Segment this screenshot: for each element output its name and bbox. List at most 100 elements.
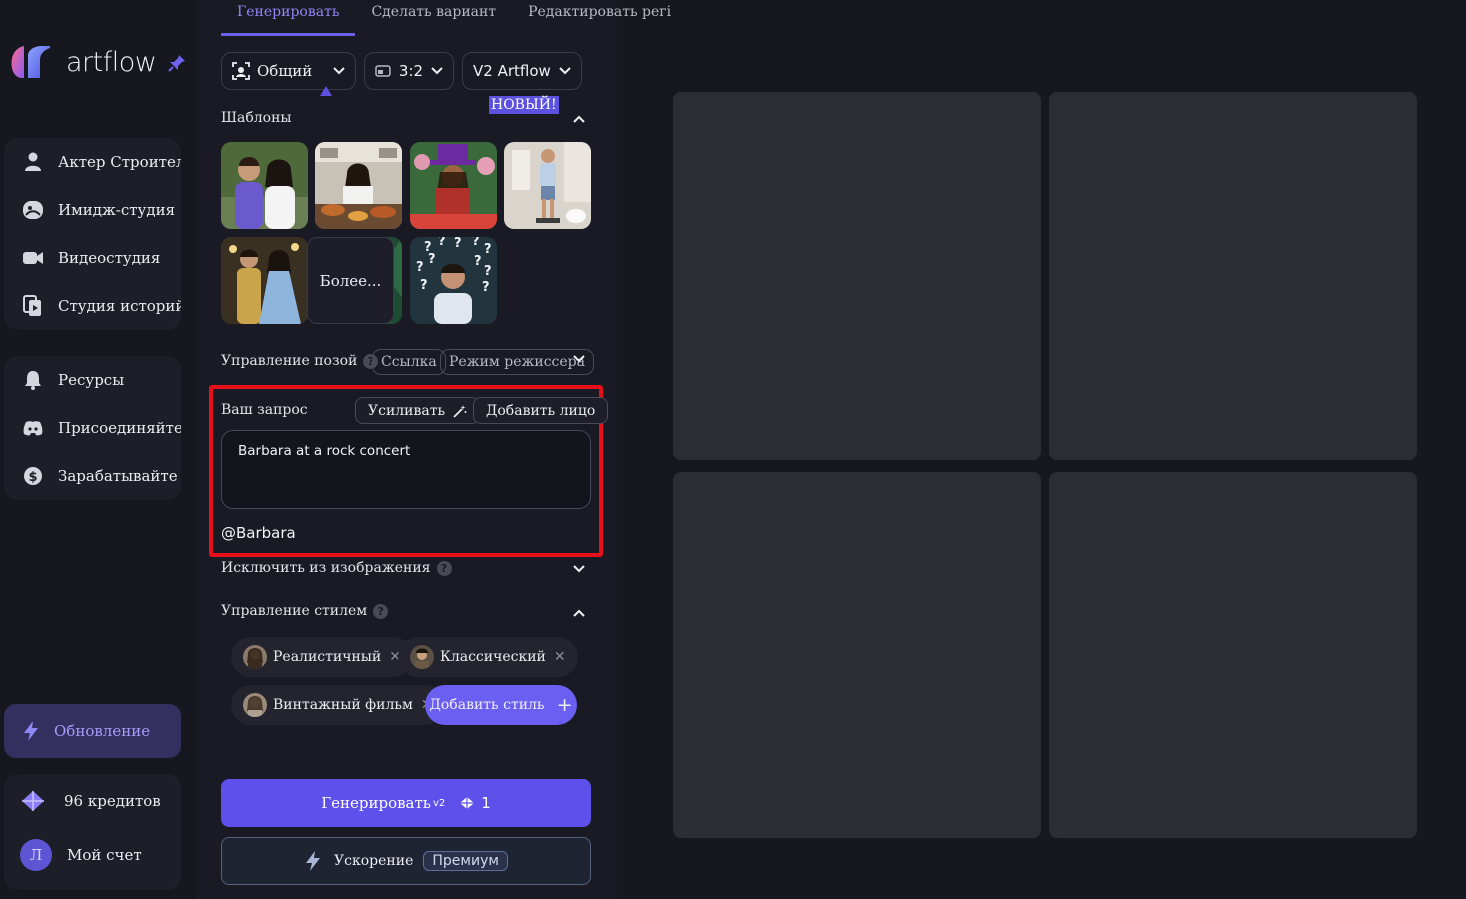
enhance-label: Усиливать [368, 402, 446, 419]
add-style-label: Добавить стиль [429, 697, 545, 713]
pin-icon[interactable] [168, 54, 186, 72]
style-avatar [243, 693, 267, 717]
sidebar-item-label: Студия историй [58, 297, 181, 315]
chevron-down-icon[interactable] [572, 352, 586, 366]
upgrade-label: Обновление [54, 722, 151, 740]
my-account-label: Мой счет [67, 846, 142, 864]
video-camera-icon [22, 247, 44, 269]
lightning-icon [306, 851, 321, 871]
sidebar-item-earn[interactable]: $ Зарабатывайте д [4, 452, 181, 500]
director-mode-button[interactable]: Режим режиссера [440, 349, 594, 375]
character-mention[interactable]: @Barbara [221, 524, 296, 542]
generate-cost: 1 [481, 794, 491, 812]
close-icon[interactable]: ✕ [554, 649, 566, 665]
sidebar-item-join[interactable]: Присоединяйте [4, 404, 181, 452]
sidebar-item-video-studio[interactable]: Видеостудия [4, 234, 181, 282]
template-question-man-image: ????? ?????? [410, 237, 497, 324]
style-control-title: Управление стилем ? [221, 603, 389, 619]
chevron-down-icon [431, 67, 443, 75]
add-face-button[interactable]: Добавить лицо [473, 397, 609, 424]
templates-more-button[interactable]: Более... [307, 237, 394, 324]
mode-dropdown[interactable]: Общий [221, 52, 356, 90]
bell-icon [22, 369, 44, 391]
scan-face-icon [232, 62, 250, 80]
template-thumbnail[interactable] [504, 142, 591, 229]
sidebar-item-resources[interactable]: Ресурсы [4, 356, 181, 404]
svg-text:?: ? [428, 252, 436, 267]
svg-text:?: ? [482, 280, 490, 295]
chevron-down-icon[interactable] [572, 562, 586, 576]
new-badge-pointer [320, 86, 332, 96]
generate-button[interactable]: Генерировать v2 1 [221, 779, 591, 827]
sidebar-item-label: Присоединяйте [58, 419, 181, 437]
chevron-up-icon[interactable] [572, 606, 586, 620]
svg-text:?: ? [474, 254, 482, 269]
svg-text:?: ? [420, 278, 428, 293]
svg-text:$: $ [28, 470, 37, 485]
sidebar-item-label: Актер Строител [58, 153, 181, 171]
tab-edit[interactable]: Редактировать регі [512, 0, 687, 36]
enhance-button[interactable]: Усиливать [355, 397, 481, 424]
style-chip-realistic[interactable]: Реалистичный ✕ [231, 637, 413, 677]
lightning-icon [22, 720, 40, 742]
image-studio-icon [22, 199, 44, 221]
sidebar-item-image-studio[interactable]: Имидж-студия [4, 186, 181, 234]
sidebar: artflow Актер Строител Имидж-студия Виде… [0, 0, 197, 899]
output-image-slot[interactable] [1049, 92, 1417, 460]
artflow-logo-icon [11, 46, 50, 78]
boost-label: Ускорение [334, 853, 414, 869]
style-chip-label: Винтажный фильм [273, 697, 413, 713]
my-account-row[interactable]: Л Мой счет [4, 828, 181, 882]
brand-logo[interactable]: artflow [10, 44, 186, 80]
sidebar-item-story-studio[interactable]: Студия историй [4, 282, 181, 330]
template-thumbnail[interactable]: ????? ?????? [410, 237, 497, 324]
style-chip-classic[interactable]: Классический ✕ [398, 637, 578, 677]
mode-tabs: Генерировать Сделать вариант Редактирова… [221, 0, 687, 36]
svg-text:?: ? [484, 242, 492, 257]
help-icon[interactable]: ? [373, 603, 389, 619]
sidebar-item-label: Видеостудия [58, 249, 161, 267]
add-style-button[interactable]: Добавить стиль + [425, 685, 577, 725]
template-royal-couple-image [221, 237, 308, 324]
tab-variation[interactable]: Сделать вариант [355, 0, 512, 36]
chevron-down-icon [333, 67, 345, 75]
aspect-ratio-dropdown[interactable]: 3:2 [364, 52, 454, 90]
sidebar-item-label: Зарабатывайте д [58, 467, 181, 485]
template-kitchen-image [315, 142, 402, 229]
sidebar-item-actor-builder[interactable]: Актер Строител [4, 138, 181, 186]
credits-row[interactable]: 96 кредитов [4, 774, 181, 828]
help-icon[interactable]: ? [436, 560, 452, 576]
template-thumbnail[interactable] [410, 142, 497, 229]
exclude-title: Исключить из изображения ? [221, 560, 452, 576]
style-chip-vintage-film[interactable]: Винтажный фильм ✕ [231, 685, 445, 725]
upgrade-button[interactable]: Обновление [4, 704, 181, 758]
output-image-slot[interactable] [673, 92, 1041, 460]
template-couple-image [221, 142, 308, 229]
prompt-input[interactable]: Barbara at a rock concert [221, 430, 591, 509]
credits-gem-icon [22, 791, 44, 811]
templates-title: Шаблоны [221, 110, 292, 126]
output-image-slot[interactable] [1049, 472, 1417, 838]
avatar: Л [20, 839, 52, 871]
model-dropdown[interactable]: V2 Artflow [462, 52, 582, 90]
account-panel: 96 кредитов Л Мой счет [4, 774, 181, 890]
credits-gem-icon [460, 797, 475, 809]
boost-button[interactable]: Ускорение Премиум [221, 837, 591, 885]
template-bathroom-image [504, 142, 591, 229]
svg-text:?: ? [484, 264, 492, 279]
template-thumbnail[interactable] [221, 237, 308, 324]
tab-generate[interactable]: Генерировать [221, 0, 356, 36]
template-thumbnail[interactable] [315, 142, 402, 229]
sidebar-group-studios: Актер Строител Имидж-студия Видеостудия … [4, 138, 181, 330]
pose-link-button[interactable]: Ссылка [372, 349, 446, 375]
premium-badge: Премиум [423, 851, 508, 871]
chevron-up-icon[interactable] [572, 112, 586, 126]
template-thumbnail[interactable] [221, 142, 308, 229]
aspect-ratio-value: 3:2 [398, 62, 424, 80]
output-image-slot[interactable] [673, 472, 1041, 838]
plus-icon: + [556, 694, 573, 716]
style-control-label: Управление стилем [221, 603, 368, 619]
style-avatar [410, 645, 434, 669]
prompt-title: Ваш запрос [221, 402, 308, 418]
sidebar-item-label: Имидж-студия [58, 201, 176, 219]
